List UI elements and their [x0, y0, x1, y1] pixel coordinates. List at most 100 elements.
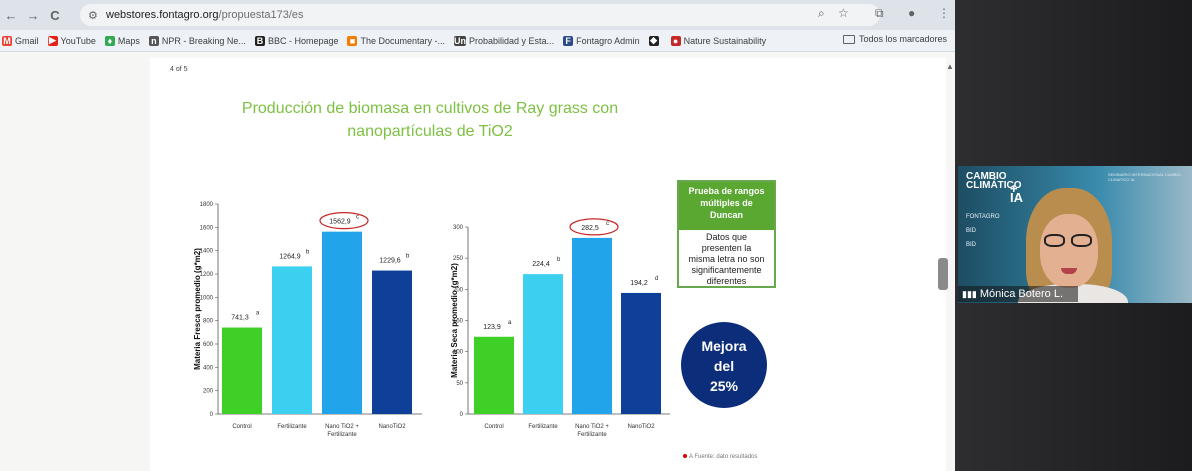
- y-tick-label: 400: [203, 365, 214, 371]
- y-tick-label: 800: [203, 319, 214, 325]
- bar-value-label: 1562,9: [329, 219, 351, 226]
- x-category-label: Control: [232, 424, 251, 430]
- y-tick-label: 50: [456, 381, 463, 387]
- duncan-legend-box: Prueba de rangos múltiples de Duncan Dat…: [677, 180, 776, 288]
- bookmark-label: YouTube: [60, 35, 96, 46]
- bar: [572, 237, 612, 414]
- kebab-menu-icon[interactable]: ⋮: [938, 6, 950, 20]
- bookmarks-bar: M Gmail ▶ YouTube ♦ Maps n NPR - Breaking Ne...…: [0, 30, 955, 52]
- significance-letter: c: [606, 221, 609, 227]
- bookmark-favicon-icon: F: [563, 35, 574, 46]
- bar: [474, 336, 514, 414]
- zoom-icon[interactable]: ⌕: [818, 6, 825, 21]
- significance-letter: b: [557, 257, 561, 263]
- glasses-icon: [1044, 234, 1094, 248]
- screen: ← → C ⚙ webstores.fontagro.org/propuesta…: [0, 0, 1192, 471]
- bookmark-label: The Documentary -...: [360, 35, 446, 46]
- participant-name-tag: ▮▮▮ Mónica Botero L.: [958, 286, 1078, 302]
- x-category-label: Nano TiO2 +: [325, 424, 359, 430]
- participant-video-tile[interactable]: CAMBIO CLIMÁTICO + IA FONTAGRO BID BID S…: [958, 166, 1192, 303]
- bookmark-item[interactable]: B BBC - Homepage: [254, 35, 339, 46]
- address-bar[interactable]: ⚙ webstores.fontagro.org/propuesta173/es: [80, 4, 880, 26]
- y-axis-label: Materia Seca promedio (g*m2): [450, 263, 459, 378]
- significance-letter: a: [256, 311, 260, 317]
- bookmark-item[interactable]: n NPR - Breaking Ne...: [148, 35, 246, 46]
- legend-heading: Prueba de rangos múltiples de Duncan: [679, 182, 774, 230]
- bookmark-item[interactable]: ◆: [648, 35, 662, 46]
- bookmark-item[interactable]: ♦ Maps: [104, 35, 140, 46]
- y-tick-label: 300: [453, 225, 464, 231]
- x-category-label: NanoTiO2: [378, 424, 406, 430]
- bar-value-label: 741,3: [231, 315, 249, 322]
- bookmark-favicon-icon: M: [2, 35, 12, 46]
- bookmark-favicon-icon: ♦: [104, 35, 115, 46]
- y-tick-label: 1800: [200, 202, 214, 208]
- x-category-label: Control: [484, 424, 503, 430]
- folder-icon: [842, 34, 855, 44]
- bookmark-label: Gmail: [15, 35, 39, 46]
- bar: [621, 292, 661, 414]
- significance-letter: b: [406, 254, 410, 260]
- y-axis-label: Materia Fresca promedio (g*m2): [193, 248, 202, 370]
- reload-icon[interactable]: C: [44, 4, 66, 26]
- bar: [523, 274, 563, 414]
- back-icon[interactable]: ←: [0, 4, 22, 26]
- significance-letter: b: [306, 249, 310, 255]
- bar-value-label: 282,5: [581, 225, 599, 232]
- bookmark-item[interactable]: M Gmail: [2, 35, 39, 46]
- bookmark-item[interactable]: ■ The Documentary -...: [347, 35, 446, 46]
- significance-letter: c: [356, 215, 359, 221]
- bar-value-label: 224,4: [532, 261, 550, 268]
- x-category-label: Fertilizante: [577, 432, 607, 438]
- bookmark-label: Probabilidad y Esta...: [469, 35, 555, 46]
- slide-footnote: A Fuente: dato resultados: [683, 454, 757, 460]
- charts-area: 020040060080010001200140016001800Materia…: [193, 202, 670, 438]
- y-tick-label: 1600: [200, 225, 214, 231]
- bar-value-label: 123,9: [483, 324, 501, 331]
- significance-letter: a: [508, 320, 512, 326]
- forward-icon[interactable]: →: [22, 4, 44, 26]
- x-category-label: Nano TiO2 +: [575, 424, 609, 430]
- legend-description: Datos que presenten la misma letra no so…: [688, 232, 765, 286]
- bar: [372, 270, 412, 414]
- bookmark-favicon-icon: Un: [454, 35, 467, 46]
- avatar-icon[interactable]: ●: [908, 6, 915, 20]
- improvement-badge: Mejora del 25%: [681, 322, 767, 408]
- y-tick-label: 200: [203, 389, 214, 395]
- x-category-label: Fertilizante: [327, 432, 357, 438]
- bar-value-label: 1264,9: [279, 253, 301, 260]
- bookmark-item[interactable]: Un Probabilidad y Esta...: [454, 35, 555, 46]
- bar: [322, 231, 362, 414]
- participant-face: [1040, 214, 1098, 288]
- significance-letter: d: [655, 276, 658, 282]
- y-tick-label: 0: [460, 412, 464, 418]
- x-category-label: NanoTiO2: [627, 424, 655, 430]
- bar-value-label: 194,2: [630, 280, 648, 287]
- scrollbar-thumb[interactable]: [938, 258, 948, 290]
- puzzle-icon[interactable]: ⧉: [875, 6, 884, 21]
- bookmark-label: Maps: [117, 35, 140, 46]
- x-category-label: Fertilizante: [528, 424, 558, 430]
- site-info-icon[interactable]: ⚙: [88, 9, 106, 22]
- url-text: webstores.fontagro.org/propuesta173/es: [106, 9, 304, 21]
- x-category-label: Fertilizante: [277, 424, 307, 430]
- bookmark-item[interactable]: ● Nature Sustainability: [670, 35, 767, 46]
- bookmark-item[interactable]: F Fontagro Admin: [563, 35, 640, 46]
- bookmark-favicon-icon: ■: [347, 35, 358, 46]
- y-tick-label: 250: [453, 256, 464, 262]
- y-tick-label: 600: [203, 342, 214, 348]
- bookmark-label: NPR - Breaking Ne...: [161, 35, 246, 46]
- bookmark-item[interactable]: ▶ YouTube: [47, 35, 96, 46]
- bookmark-favicon-icon: n: [148, 35, 159, 46]
- bookmark-label: Nature Sustainability: [683, 35, 767, 46]
- bookmark-favicon-icon: B: [254, 35, 265, 46]
- bookmark-favicon-icon: ●: [670, 35, 681, 46]
- all-bookmarks-button[interactable]: Todos los marcadores: [842, 34, 947, 44]
- browser-toolbar: ← → C ⚙ webstores.fontagro.org/propuesta…: [0, 0, 955, 30]
- bookmark-label: Fontagro Admin: [576, 35, 640, 46]
- bookmark-label: BBC - Homepage: [267, 35, 339, 46]
- bookmark-favicon-icon: ▶: [47, 35, 58, 46]
- bookmark-favicon-icon: ◆: [648, 35, 659, 46]
- star-icon[interactable]: ☆: [838, 6, 849, 20]
- bar: [272, 266, 312, 414]
